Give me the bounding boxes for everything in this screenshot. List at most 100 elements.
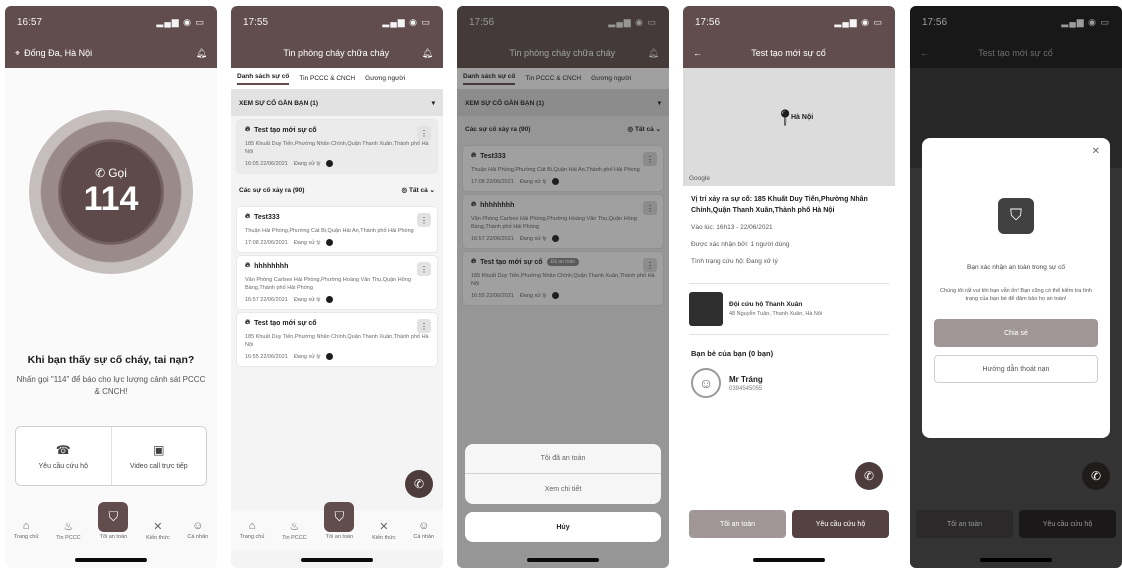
incident-count-row: Các sự cố xảy ra (90) ◎ Tất cả ⌄	[231, 177, 443, 203]
more-icon[interactable]: ⋮	[417, 126, 431, 140]
status-dot-icon	[326, 353, 334, 360]
tab-safe[interactable]: ⛉ Tôi an toàn	[98, 502, 129, 540]
phone-doc-icon: ☎	[55, 442, 71, 457]
friend-row[interactable]: ☺ Mr Tráng 0394545055	[691, 368, 887, 398]
tab-incident-list[interactable]: Danh sách sự cố	[237, 73, 290, 85]
status-dot-icon	[326, 296, 334, 303]
incident-card[interactable]: 🔥︎ Test333 ⋮ Thuận Hải Phòng,Phường Cát B…	[237, 207, 437, 252]
user-icon: ☺	[418, 520, 430, 532]
back-arrow-icon[interactable]: ←	[693, 48, 702, 58]
incident-title: Test333	[254, 213, 280, 221]
share-button[interactable]: Chia sẻ	[934, 319, 1098, 347]
friend-phone: 0394545055	[729, 385, 763, 392]
escape-guide-button[interactable]: Hướng dẫn thoát nạn	[934, 355, 1098, 383]
incident-map[interactable]: 📍︎ Hà Nội Google	[683, 68, 895, 186]
request-rescue-button[interactable]: Yêu cầu cứu hộ	[1019, 510, 1116, 538]
call-fab-icon[interactable]: ✆	[405, 470, 433, 498]
incident-card[interactable]: 🔥︎ hhhhhhhh ⋮ Văn Phòng Carlsex Hải Phòng…	[237, 256, 437, 309]
incident-card[interactable]: 🔥︎ Test tạo mới sự cố ⋮ 185 Khuất Duy Tiế…	[237, 120, 437, 173]
nearby-incidents-toggle[interactable]: XEM SỰ CỐ GẦN BẠN (1) ▾	[231, 90, 443, 116]
incident-info: Vị trí xảy ra sự cố: 185 Khuất Duy Tiến,…	[683, 186, 895, 275]
quick-actions: ☎ Yêu cầu cứu hộ ▣ Video call trực tiếp	[15, 426, 207, 486]
request-rescue-button[interactable]: Yêu cầu cứu hộ	[792, 510, 889, 538]
more-icon[interactable]: ⋮	[417, 213, 431, 227]
call-fab-icon[interactable]: ✆	[855, 462, 883, 490]
call-fab-icon[interactable]: ✆	[1082, 462, 1110, 490]
incident-time: 16:05 22/06/2021	[245, 160, 288, 167]
headline: Khi bạn thấy sự cố cháy, tai nạn?	[27, 354, 195, 366]
fire-icon: 🔥︎	[245, 319, 251, 326]
home-indicator	[301, 558, 373, 562]
detail-header: 17:56 ▂▄▆ ◉ ▭ ← Test tạo mới sự cố	[683, 6, 895, 68]
tab-label: Tin PCCC	[56, 534, 81, 541]
video-call-label: Video call trực tiếp	[129, 462, 188, 470]
view-details-option[interactable]: Xem chi tiết	[465, 474, 661, 504]
screen-incident-detail: 17:56 ▂▄▆ ◉ ▭ ← Test tạo mới sự cố 📍︎ Hà N…	[683, 6, 895, 568]
status-icons: ▂▄▆ ◉ ▭	[834, 16, 883, 27]
team-photo	[689, 292, 723, 326]
i-am-safe-button[interactable]: Tôi an toàn	[689, 510, 786, 538]
rescue-team[interactable]: Đội cứu hộ Thanh Xuân 48 Nguyễn Tuân, Tha…	[689, 283, 889, 335]
bell-icon[interactable]: 🔔︎	[196, 48, 207, 59]
screen-incident-list: 17:55 ▂▄▆ ◉ ▭ Tin phòng cháy chữa cháy 🔔︎ …	[231, 6, 443, 568]
tab-home[interactable]: ⌂ Trang chủ	[240, 520, 265, 540]
video-call-button[interactable]: ▣ Video call trực tiếp	[110, 427, 207, 485]
safe-confirm-modal: ✕ ⛉ Bạn xác nhận an toàn trong sự cố Chú…	[922, 138, 1110, 438]
fire-icon: 🔥︎	[245, 262, 251, 269]
filter-label: Tất cả	[408, 187, 428, 194]
bell-icon[interactable]: 🔔︎	[422, 48, 433, 59]
incident-card[interactable]: 🔥︎ Test tạo mới sự cố ⋮ 185 Khuất Duy Tiế…	[237, 313, 437, 366]
status-time: 17:55	[243, 16, 269, 28]
tab-knowledge[interactable]: ✕ Kiến thức	[146, 520, 170, 541]
tab-label: Tôi an toàn	[99, 534, 128, 540]
map-city-label: Hà Nội	[791, 114, 814, 121]
tab-label: Trang chủ	[239, 534, 265, 540]
home-header: 16:57 ▂▄▆ ◉ ▭ ⌖ Đống Đa, Hà Nội 🔔︎	[5, 6, 217, 68]
status-icons: ▂▄▆ ◉ ▭	[382, 16, 431, 27]
location-label[interactable]: Đống Đa, Hà Nội	[20, 48, 195, 58]
incident-title: hhhhhhhh	[254, 262, 289, 270]
friends-title: Bạn bè của bạn (0 bạn)	[691, 349, 774, 358]
home-indicator	[753, 558, 825, 562]
video-call-icon: ▣	[153, 442, 165, 457]
google-logo: Google	[689, 175, 710, 182]
status-time: 16:57	[17, 16, 43, 28]
tab-news[interactable]: ♨ Tin PCCC	[56, 520, 81, 541]
screen-incident-actions: 17:56 ▂▄▆ ◉ ▭ Tin phòng cháy chữa cháy 🔔︎ …	[457, 6, 669, 568]
tab-home[interactable]: ⌂ Trang chủ	[14, 520, 39, 540]
tab-label: Kiến thức	[146, 534, 170, 541]
avatar-icon: ☺	[691, 368, 721, 398]
cancel-button[interactable]: Hủy	[465, 512, 661, 542]
tab-role-models[interactable]: Gương người	[365, 75, 405, 82]
team-name: Đội cứu hộ Thanh Xuân	[729, 301, 803, 308]
close-icon[interactable]: ✕	[1092, 146, 1100, 157]
modal-description: Chúng tôi rất vui khi bạn vẫn ổn! Bạn cũ…	[940, 288, 1092, 302]
incident-time: Vào lúc: 16h13 - 22/06/2021	[691, 224, 773, 231]
confirmed-by: Được xác nhận bởi: 1 người dùng	[691, 241, 790, 248]
user-icon: ☺	[192, 520, 204, 532]
rescue-status: Tình trạng cứu hộ: Đang xử lý	[691, 258, 778, 265]
filter-dropdown[interactable]: ◎ Tất cả ⌄	[401, 186, 435, 194]
more-icon[interactable]: ⋮	[417, 262, 431, 276]
screen-home: 16:57 ▂▄▆ ◉ ▭ ⌖ Đống Đa, Hà Nội 🔔︎ ✆ Gọi 1…	[5, 6, 217, 568]
fire-icon: 🔥︎	[245, 213, 251, 220]
tab-knowledge[interactable]: ✕ Kiến thức	[372, 520, 396, 541]
tab-safe[interactable]: ⛉ Tôi an toàn	[324, 502, 355, 540]
call-114-button[interactable]: ✆ Gọi 114	[29, 110, 193, 274]
call-label: Gọi	[108, 165, 127, 180]
tab-news[interactable]: ♨ Tin PCCC	[282, 520, 307, 541]
tab-profile[interactable]: ☺ Cá nhân	[187, 520, 208, 540]
incident-status: Đang xử lý	[293, 296, 321, 303]
more-icon[interactable]: ⋮	[417, 319, 431, 333]
tab-pccc-news[interactable]: Tin PCCC & CNCH	[299, 75, 355, 82]
i-am-safe-option[interactable]: Tôi đã an toàn	[465, 444, 661, 474]
team-address: 48 Nguyễn Tuân, Thanh Xuân, Hà Nội	[729, 311, 823, 317]
incident-time: 16:57 22/06/2021	[245, 296, 288, 303]
tab-profile[interactable]: ☺ Cá nhân	[413, 520, 434, 540]
status-time: 17:56	[695, 16, 721, 28]
rescue-request-button[interactable]: ☎ Yêu cầu cứu hộ	[16, 427, 111, 485]
incident-status: Đang xử lý	[293, 239, 321, 246]
i-am-safe-button[interactable]: Tôi an toàn	[916, 510, 1013, 538]
incident-time: 17:08 22/06/2021	[245, 239, 288, 246]
incident-location: Vị trí xảy ra sự cố: 185 Khuất Duy Tiến,…	[691, 196, 868, 214]
